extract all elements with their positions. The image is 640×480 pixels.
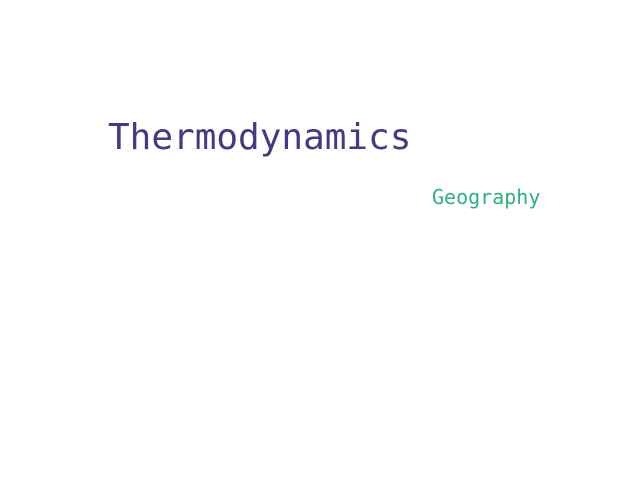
- word-thermodynamics: Thermodynamics: [108, 117, 412, 158]
- word-geography: Geography: [432, 185, 541, 209]
- word-cloud: Thermodynamics Geography: [0, 0, 640, 480]
